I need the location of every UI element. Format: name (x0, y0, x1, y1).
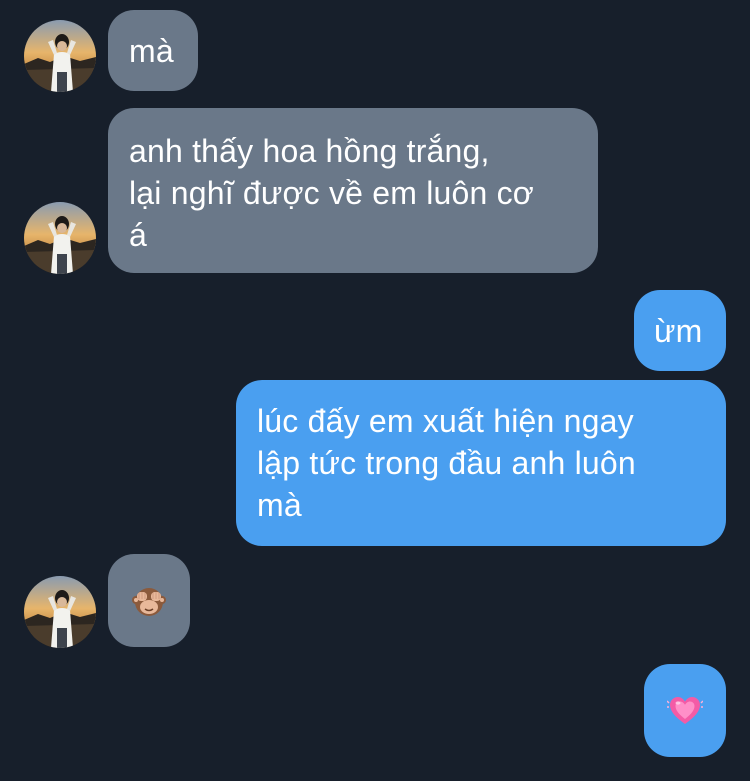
avatar[interactable] (24, 20, 96, 92)
avatar[interactable] (24, 202, 96, 274)
message-text-line: mà (257, 487, 302, 523)
incoming-message-bubble[interactable]: mà (108, 10, 198, 91)
outgoing-message-bubble[interactable]: ừm (634, 290, 726, 371)
see-no-evil-monkey-icon: 🙈 (131, 583, 167, 619)
message-text-line: lúc đấy em xuất hiện ngay (257, 403, 634, 439)
message-text-line: lập tức trong đầu anh luôn (257, 445, 636, 481)
message-text-line: á (129, 217, 147, 253)
incoming-message-bubble[interactable]: 🙈 (108, 554, 190, 647)
outgoing-message-bubble[interactable]: 💓 (644, 664, 726, 757)
incoming-message-bubble[interactable]: anh thấy hoa hồng trắng, lại nghĩ được v… (108, 108, 598, 273)
message-text: ừm (654, 313, 703, 349)
pink-heart-icon: 💓 (666, 693, 704, 729)
message-text-line: anh thấy hoa hồng trắng, (129, 133, 490, 169)
message-text: mà (129, 33, 174, 69)
message-text-line: lại nghĩ được về em luôn cơ (129, 175, 534, 211)
avatar[interactable] (24, 576, 96, 648)
outgoing-message-bubble[interactable]: lúc đấy em xuất hiện ngay lập tức trong … (236, 380, 726, 546)
